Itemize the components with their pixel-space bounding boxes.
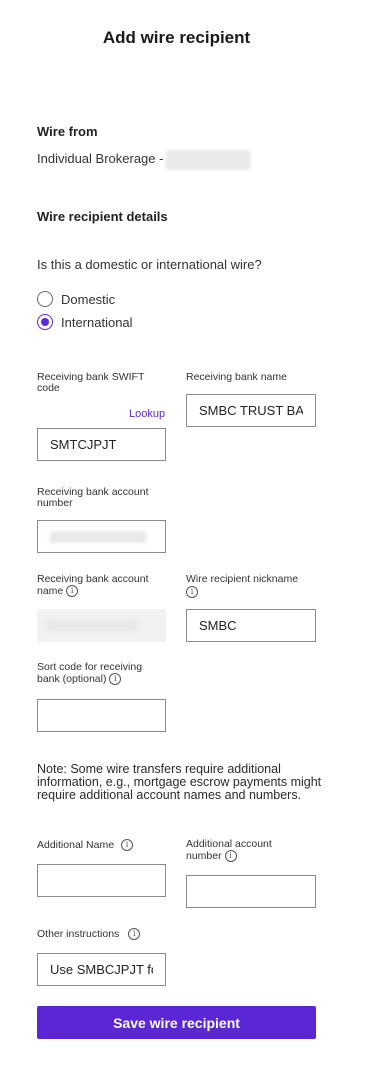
- radio-international-label: International: [61, 315, 133, 330]
- additional-account-label: Additional account number i: [186, 839, 296, 862]
- account-name-field: [37, 609, 166, 642]
- info-icon[interactable]: i: [109, 673, 122, 685]
- additional-name-input[interactable]: [37, 864, 166, 897]
- wire-type-question: Is this a domestic or international wire…: [37, 257, 262, 272]
- account-name-label-text: Receiving bank account name: [37, 573, 149, 597]
- info-icon[interactable]: i: [186, 586, 198, 598]
- other-instructions-label-text: Other instructions: [37, 927, 120, 940]
- lookup-link[interactable]: Lookup: [129, 408, 165, 420]
- nickname-label-text: Wire recipient nickname: [186, 573, 299, 585]
- info-icon[interactable]: i: [224, 850, 237, 862]
- other-instructions-input[interactable]: [37, 953, 166, 986]
- swift-input[interactable]: [37, 428, 166, 461]
- radio-international-circle[interactable]: [37, 314, 53, 330]
- account-number-label: Receiving bank account number: [37, 486, 149, 509]
- sort-code-input[interactable]: [37, 699, 166, 732]
- account-name-label: Receiving bank account name i: [37, 574, 167, 597]
- additional-name-label-text: Additional Name: [37, 838, 115, 851]
- wire-from-account: Individual Brokerage -: [37, 151, 164, 166]
- bank-name-input[interactable]: [186, 394, 316, 427]
- additional-name-label: Additional Name i: [37, 839, 167, 851]
- account-number-input[interactable]: [37, 520, 166, 553]
- save-wire-recipient-button[interactable]: Save wire recipient: [37, 1006, 316, 1039]
- radio-international[interactable]: International: [37, 313, 167, 331]
- info-icon[interactable]: i: [128, 928, 141, 940]
- nickname-label: Wire recipient nickname i: [186, 574, 326, 598]
- bank-name-label: Receiving bank name: [186, 371, 287, 383]
- radio-domestic-circle[interactable]: [37, 291, 53, 307]
- radio-domestic[interactable]: Domestic: [37, 290, 157, 308]
- wire-from-heading: Wire from: [37, 124, 98, 139]
- nickname-input[interactable]: [186, 609, 316, 642]
- other-instructions-label: Other instructions i: [37, 928, 167, 940]
- info-icon[interactable]: i: [120, 839, 133, 851]
- swift-label: Receiving bank SWIFT code: [37, 371, 145, 394]
- note-text: Note: Some wire transfers require additi…: [37, 762, 322, 802]
- radio-domestic-label: Domestic: [61, 292, 116, 307]
- sort-code-label: Sort code for receiving bank (optional) …: [37, 662, 162, 685]
- info-icon[interactable]: i: [66, 585, 79, 597]
- redacted-account-number-value: [50, 531, 146, 543]
- sort-code-label-text: Sort code for receiving bank (optional): [37, 661, 143, 685]
- redacted-account-number: [166, 150, 250, 170]
- additional-account-input[interactable]: [186, 875, 316, 908]
- recipient-details-heading: Wire recipient details: [37, 209, 168, 224]
- redacted-account-name-value: [47, 619, 137, 631]
- page-title: Add wire recipient: [102, 28, 251, 47]
